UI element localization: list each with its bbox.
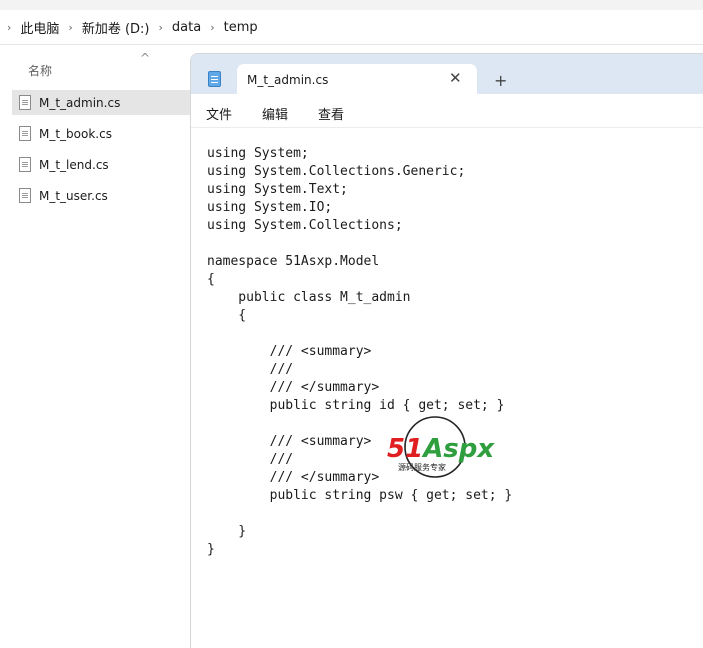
notepad-window: M_t_admin.cs ✕ + 文件 编辑 查看 using System; …	[190, 53, 703, 648]
sort-ascending-icon[interactable]: ^	[140, 51, 150, 65]
text-file-icon	[19, 188, 31, 203]
chevron-right-icon: ›	[68, 20, 73, 34]
file-name: M_t_user.cs	[39, 188, 108, 203]
logo-text: 51Aspx	[387, 434, 495, 464]
new-tab-plus-icon[interactable]: +	[494, 71, 507, 90]
breadcrumb-item-data[interactable]: data	[172, 20, 201, 35]
text-file-icon	[19, 126, 31, 141]
file-item-m-t-lend[interactable]: M_t_lend.cs	[12, 152, 190, 177]
breadcrumb-item-drive-d[interactable]: 新加卷 (D:)	[82, 18, 150, 37]
file-list-pane: 名称 ^ M_t_admin.cs M_t_book.cs M_t_lend.c…	[0, 45, 190, 647]
text-file-icon	[19, 157, 31, 172]
chevron-right-icon: ›	[7, 20, 12, 34]
menu-edit[interactable]: 编辑	[262, 104, 288, 123]
breadcrumb-item-temp[interactable]: temp	[224, 20, 258, 35]
tab-m-t-admin[interactable]: M_t_admin.cs ✕	[237, 64, 477, 94]
menu-view[interactable]: 查看	[318, 104, 344, 123]
file-name: M_t_book.cs	[39, 126, 112, 141]
breadcrumb: › 此电脑 › 新加卷 (D:) › data › temp	[0, 10, 703, 45]
file-item-m-t-user[interactable]: M_t_user.cs	[12, 183, 190, 208]
text-file-icon	[19, 95, 31, 110]
notepad-app-icon	[208, 71, 221, 87]
menu-bar: 文件 编辑 查看	[191, 94, 703, 128]
breadcrumb-item-this-pc[interactable]: 此电脑	[20, 18, 59, 37]
file-item-m-t-book[interactable]: M_t_book.cs	[12, 121, 190, 146]
file-name: M_t_lend.cs	[39, 157, 109, 172]
close-icon[interactable]: ✕	[449, 69, 462, 87]
text-editor[interactable]: using System; using System.Collections.G…	[191, 128, 703, 648]
chevron-right-icon: ›	[158, 20, 163, 34]
code-text[interactable]: using System; using System.Collections.G…	[207, 145, 512, 559]
tab-title: M_t_admin.cs	[247, 73, 329, 87]
chevron-right-icon: ›	[210, 20, 215, 34]
name-column-header[interactable]: 名称	[28, 62, 52, 79]
notepad-titlebar: M_t_admin.cs ✕ +	[191, 54, 703, 94]
watermark-logo: 51Aspx 源码服务专家	[387, 416, 495, 478]
file-name: M_t_admin.cs	[39, 95, 121, 110]
window-top-strip	[0, 0, 703, 10]
menu-file[interactable]: 文件	[206, 104, 232, 123]
file-item-m-t-admin[interactable]: M_t_admin.cs	[12, 90, 190, 115]
logo-slogan: 源码服务专家	[398, 462, 446, 472]
